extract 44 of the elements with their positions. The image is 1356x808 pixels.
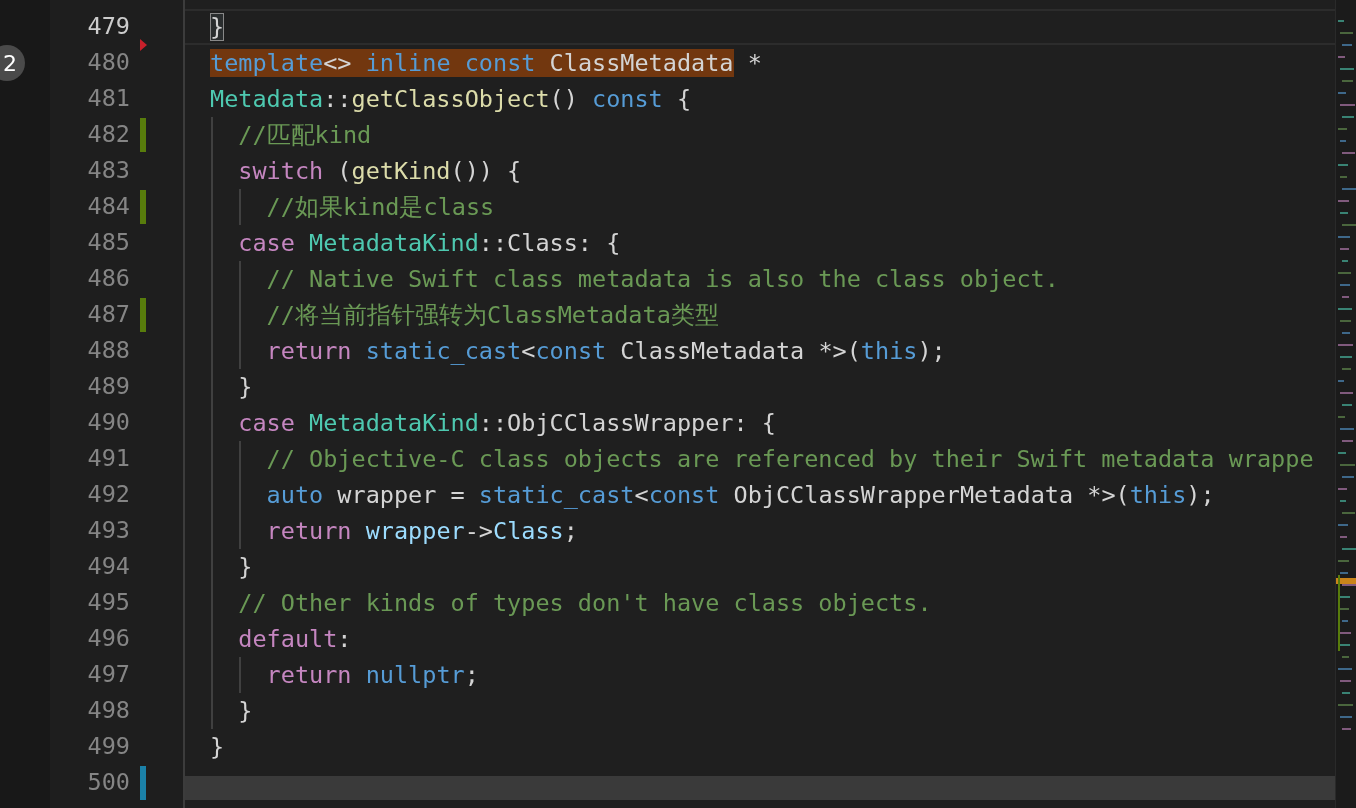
code-line: // Other kinds of types don't have class objects. <box>238 588 932 619</box>
horizontal-scrollbar[interactable] <box>185 776 1335 800</box>
line-number: 495 <box>86 587 130 619</box>
line-number: 493 <box>86 515 130 547</box>
line-number: 496 <box>86 623 130 655</box>
code-line: return static_cast<const ClassMetadata *>(this); <box>266 336 946 367</box>
line-number: 497 <box>86 659 130 691</box>
line-number: 500 <box>86 767 130 799</box>
code-line: Metadata::getClassObject() const { <box>210 84 692 115</box>
line-number: 481 <box>86 83 130 115</box>
code-line: case MetadataKind::ObjCClassWrapper: { <box>238 408 776 439</box>
line-number: 480 <box>86 47 130 79</box>
code-line: auto wrapper = static_cast<const ObjCClassWrapperMetadata *>(this); <box>266 480 1215 511</box>
count-badge: 2 <box>0 45 25 81</box>
line-number: 492 <box>86 479 130 511</box>
line-number: 486 <box>86 263 130 295</box>
code-line: return wrapper->Class; <box>266 516 578 547</box>
line-number: 482 <box>86 119 130 151</box>
line-number: 490 <box>86 407 130 439</box>
line-number: 489 <box>86 371 130 403</box>
line-number: 488 <box>86 335 130 367</box>
code-line: } <box>238 696 253 727</box>
line-number: 483 <box>86 155 130 187</box>
code-line: default: <box>238 624 352 655</box>
code-line: //匹配kind <box>238 120 372 151</box>
code-line: return nullptr; <box>266 660 479 691</box>
line-number: 498 <box>86 695 130 727</box>
line-number: 491 <box>86 443 130 475</box>
code-line: //将当前指针强转为ClassMetadata类型 <box>266 300 719 331</box>
code-line: } <box>238 372 253 403</box>
code-line: // Native Swift class metadata is also the class object. <box>266 264 1059 295</box>
code-line: template<> inline const ClassMetadata * <box>210 48 762 79</box>
code-line: switch (getKind()) { <box>238 156 522 187</box>
code-line: //如果kind是class <box>266 192 495 223</box>
line-number: 499 <box>86 731 130 763</box>
code-line: } <box>238 552 253 583</box>
line-number: 487 <box>86 299 130 331</box>
code-line: } <box>210 732 225 763</box>
line-number: 479 <box>86 11 130 43</box>
line-number: 484 <box>86 191 130 223</box>
line-number: 485 <box>86 227 130 259</box>
code-line: case MetadataKind::Class: { <box>238 228 621 259</box>
code-line: // Objective-C class objects are referenced by their Swift metadata wrappe <box>266 444 1314 475</box>
line-number: 494 <box>86 551 130 583</box>
